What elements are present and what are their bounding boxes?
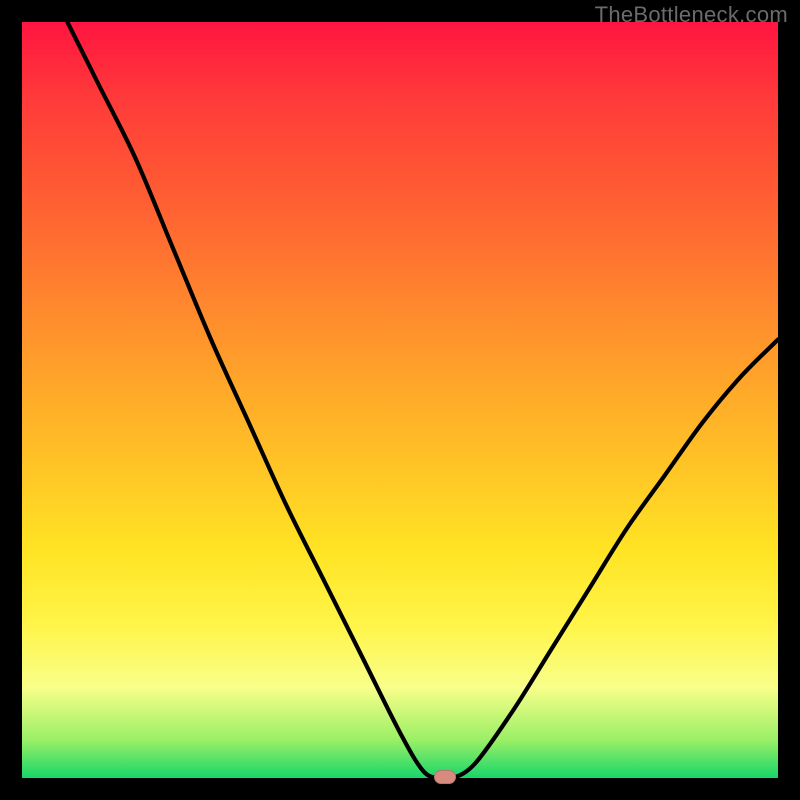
optimum-marker: [434, 770, 456, 784]
plot-area: [22, 22, 778, 778]
bottleneck-curve: [22, 22, 778, 778]
chart-frame: TheBottleneck.com: [0, 0, 800, 800]
